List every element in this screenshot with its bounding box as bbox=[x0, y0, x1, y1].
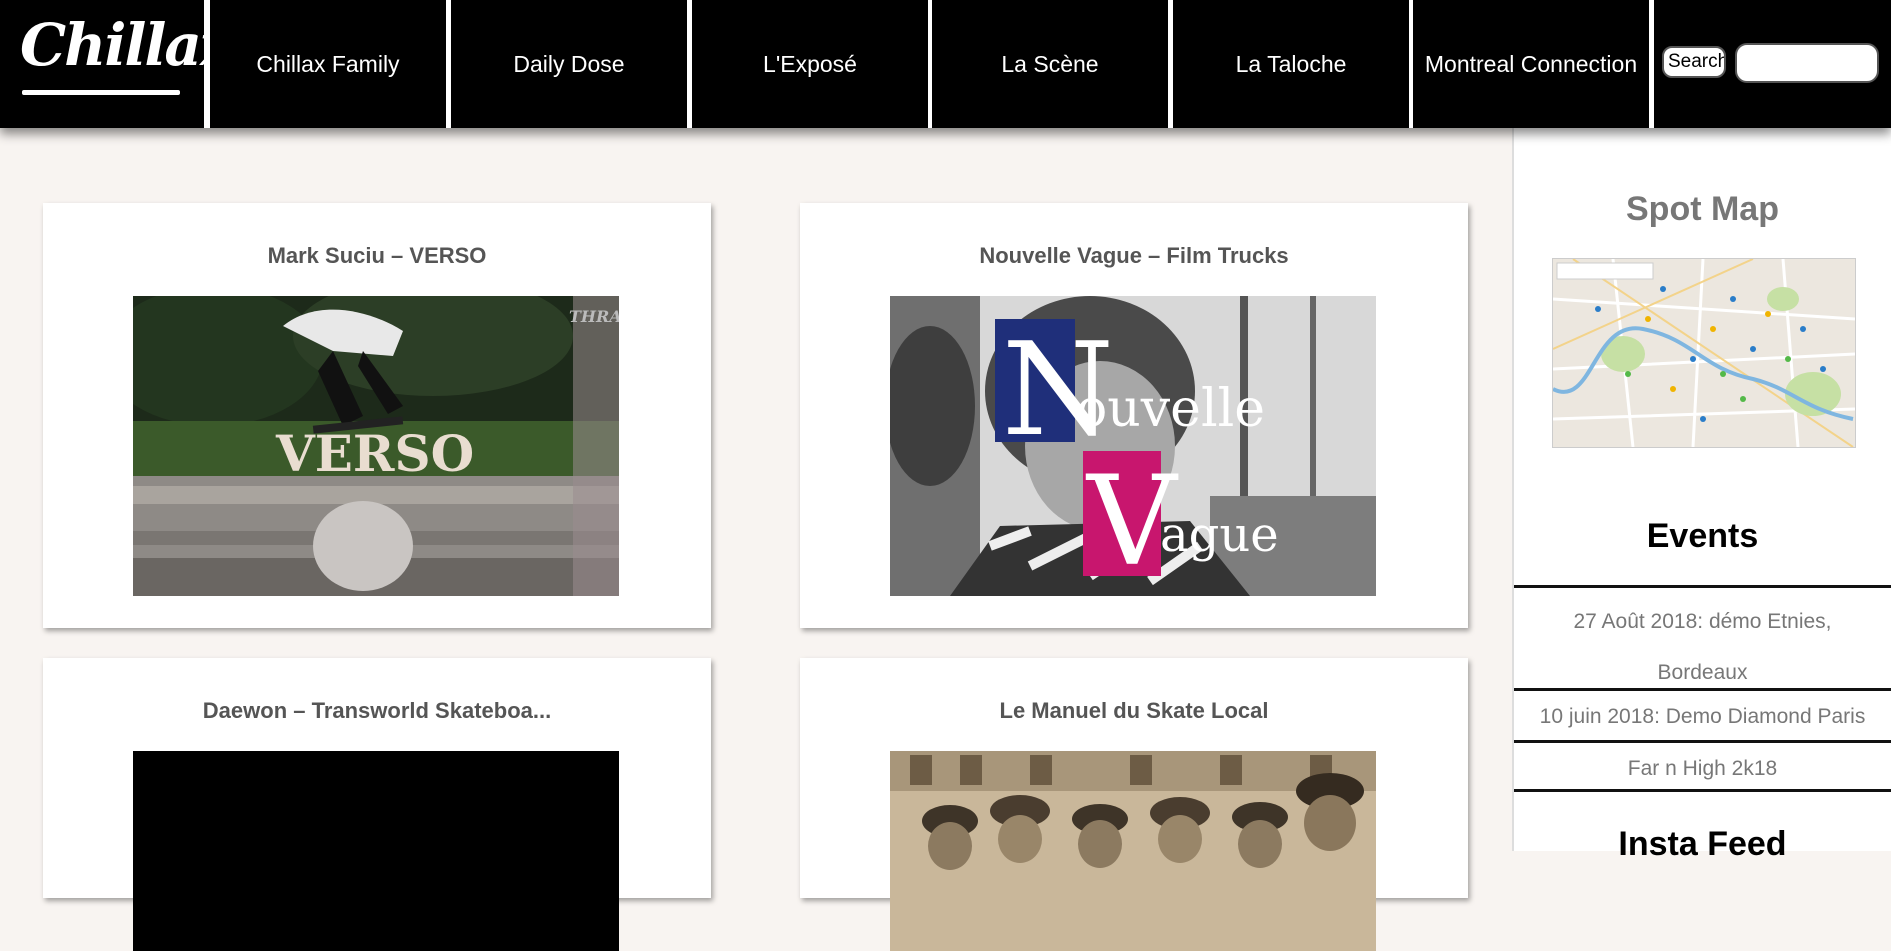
search-button[interactable]: Search bbox=[1662, 46, 1726, 78]
nv-word-ouvelle: ouvelle bbox=[1076, 379, 1265, 439]
nouvelle-vague-thumbnail-image: N ouvelle V ague bbox=[890, 296, 1376, 596]
post-thumbnail[interactable]: VERSO THRAS bbox=[133, 296, 619, 596]
event-item[interactable]: 27 Août 2018: démo Etnies, Bordeaux bbox=[1514, 585, 1891, 688]
logo-text: Chillax bbox=[20, 11, 235, 79]
events-title: Events bbox=[1646, 517, 1759, 555]
post-card-manuel-skate-local[interactable]: Le Manuel du Skate Local bbox=[800, 658, 1468, 951]
nav-la-scene[interactable]: La Scène bbox=[932, 0, 1168, 128]
post-thumbnail[interactable] bbox=[890, 751, 1376, 951]
nav-daily-dose[interactable]: Daily Dose bbox=[451, 0, 687, 128]
post-title[interactable]: Mark Suciu – VERSO bbox=[43, 243, 711, 269]
search-input[interactable] bbox=[1735, 43, 1879, 83]
site-logo[interactable]: Chillax bbox=[0, 0, 235, 128]
nav-l-expose[interactable]: L'Exposé bbox=[692, 0, 928, 128]
sidebar: Spot Map Events 27 Août 2018: démo Etnie… bbox=[1512, 128, 1891, 863]
logo-underline bbox=[22, 90, 180, 95]
post-card-verso[interactable]: Mark Suciu – VERSO VERSO THRAS bbox=[43, 203, 711, 628]
post-title[interactable]: Daewon – Transworld Skateboa... bbox=[43, 698, 711, 724]
event-item[interactable]: 10 juin 2018: Demo Diamond Paris bbox=[1514, 688, 1891, 740]
post-card-nouvelle-vague[interactable]: Nouvelle Vague – Film Trucks N ouvelle V… bbox=[800, 203, 1468, 628]
site-header: Chillax Chillax Family Daily Dose L'Expo… bbox=[0, 0, 1891, 128]
manuel-thumbnail-image bbox=[890, 751, 1376, 951]
event-item[interactable]: Far n High 2k18 bbox=[1514, 740, 1891, 792]
search-area: Search bbox=[1654, 0, 1891, 128]
spot-map-title: Spot Map bbox=[1626, 190, 1779, 228]
post-title[interactable]: Nouvelle Vague – Film Trucks bbox=[800, 243, 1468, 269]
nav-montreal-connection[interactable]: Montreal Connection bbox=[1413, 0, 1649, 128]
spot-map-image bbox=[1553, 259, 1855, 447]
post-title[interactable]: Le Manuel du Skate Local bbox=[800, 698, 1468, 724]
nav-chillax-family[interactable]: Chillax Family bbox=[210, 0, 446, 128]
spot-map[interactable] bbox=[1552, 258, 1856, 448]
verso-thumbnail-image: VERSO THRAS bbox=[133, 296, 619, 596]
nv-word-ague: ague bbox=[1160, 507, 1279, 563]
insta-feed-title: Insta Feed bbox=[1618, 825, 1787, 863]
verso-thumb-text: VERSO bbox=[275, 424, 474, 483]
post-thumbnail[interactable] bbox=[133, 751, 619, 951]
post-card-daewon[interactable]: Daewon – Transworld Skateboa... bbox=[43, 658, 711, 951]
post-thumbnail[interactable]: N ouvelle V ague bbox=[890, 296, 1376, 596]
thrasher-watermark: THRAS bbox=[569, 307, 619, 326]
nav-la-taloche[interactable]: La Taloche bbox=[1173, 0, 1409, 128]
